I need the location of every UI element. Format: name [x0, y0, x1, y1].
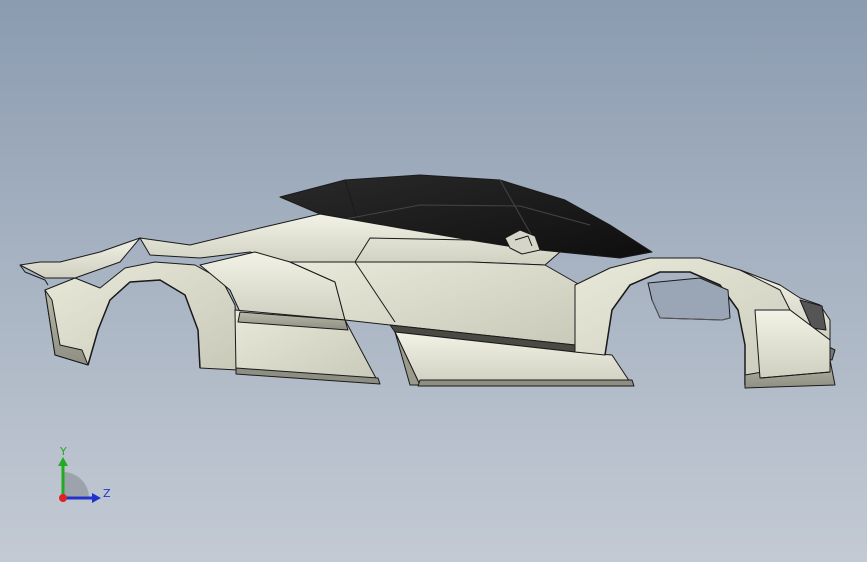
z-axis-arrow [92, 493, 101, 503]
rocker-bottom-strip [417, 379, 635, 387]
graphics-viewport[interactable]: Y Z [0, 0, 867, 562]
x-axis-dot [59, 494, 67, 502]
coordinate-triad: Y Z [58, 445, 111, 503]
triad-plane-wedge [63, 472, 89, 498]
y-axis-arrow [58, 457, 68, 466]
y-axis-label: Y [59, 445, 67, 458]
car-body-model[interactable]: Y Z [0, 0, 867, 562]
car-body-shell [19, 174, 836, 389]
z-axis-label: Z [103, 487, 111, 500]
